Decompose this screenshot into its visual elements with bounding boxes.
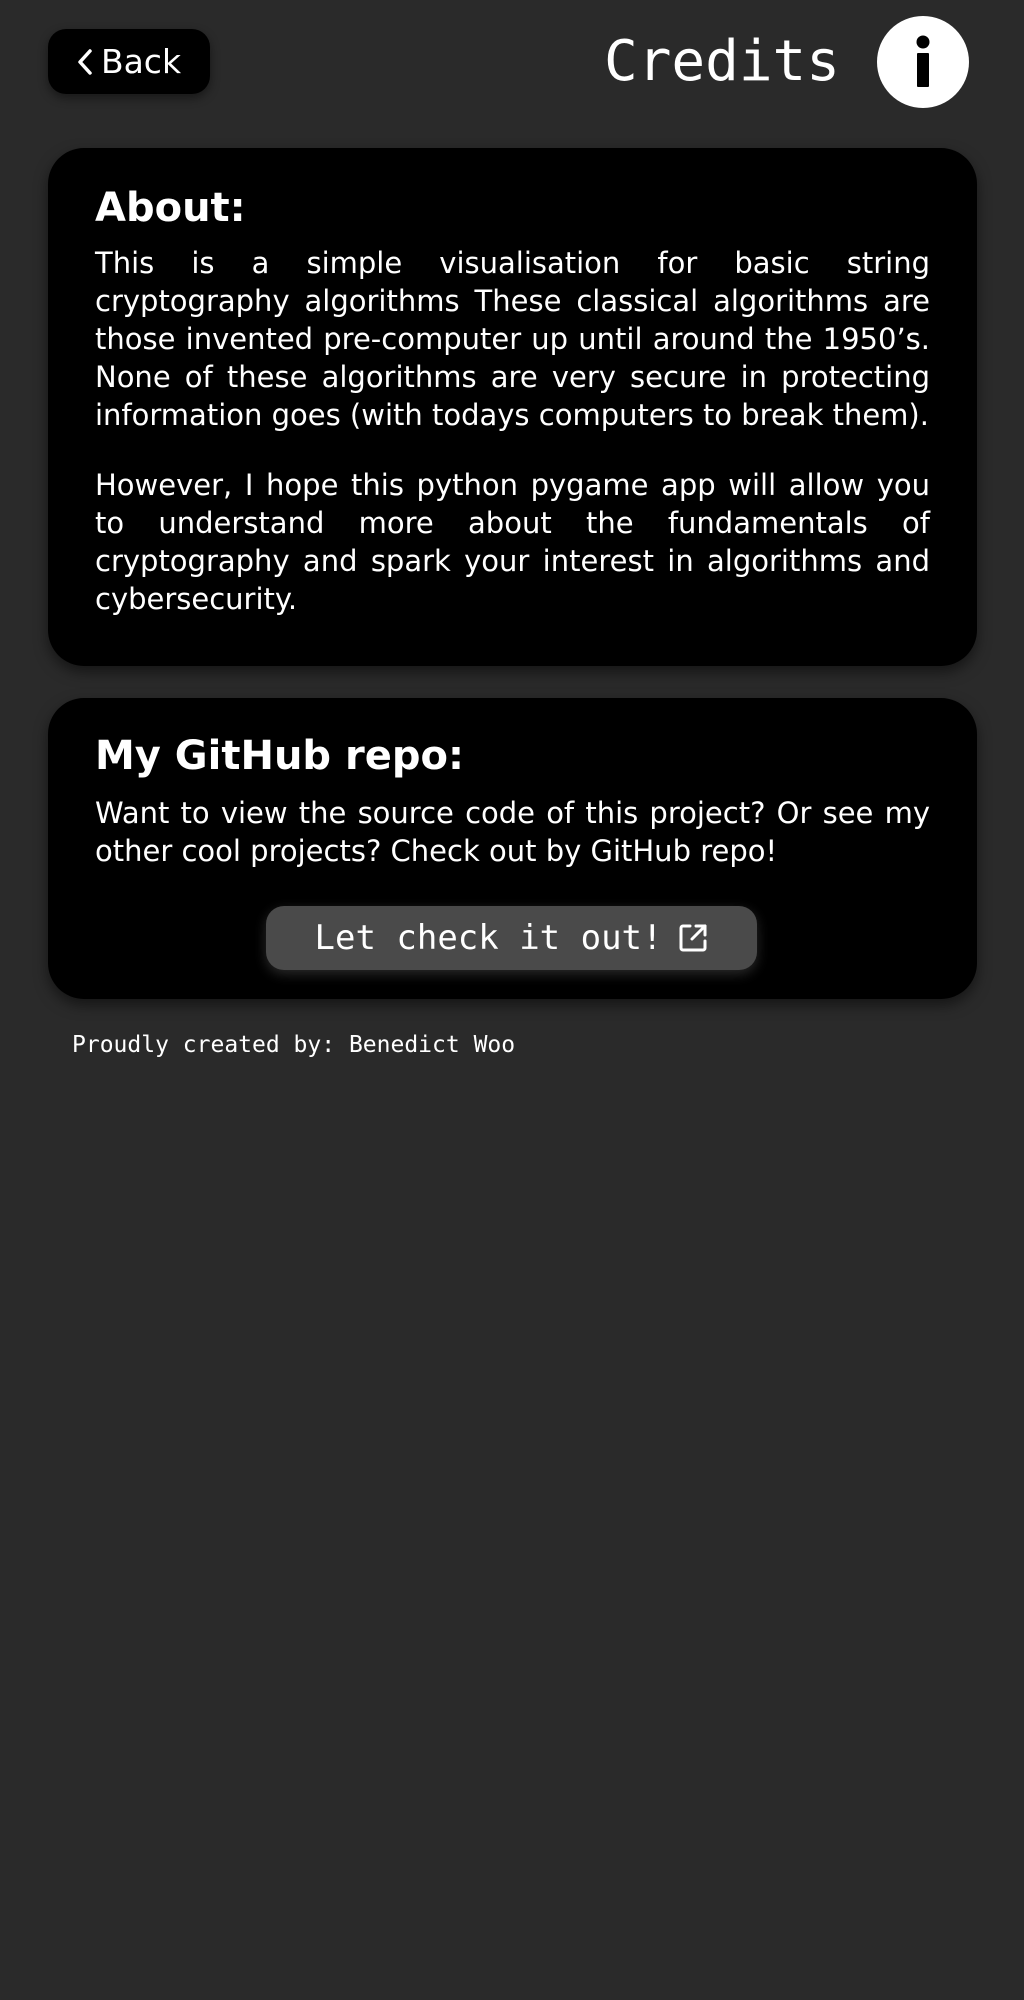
about-heading: About: xyxy=(95,185,246,231)
chevron-left-icon xyxy=(77,48,93,76)
footer-credit: Proudly created by: Benedict Woo xyxy=(72,1032,516,1058)
info-button[interactable] xyxy=(877,16,969,108)
about-paragraph-1: This is a simple visualisation for basic… xyxy=(95,246,930,432)
github-card: My GitHub repo: Want to view the source … xyxy=(48,698,977,999)
external-link-icon xyxy=(677,922,709,954)
info-icon xyxy=(877,16,969,108)
back-label: Back xyxy=(100,42,182,81)
github-button-label: Let check it out! xyxy=(314,918,663,958)
page-title: Credits xyxy=(603,29,840,94)
about-paragraph-2: However, I hope this python pygame app w… xyxy=(95,468,930,616)
back-button[interactable]: Back xyxy=(48,29,210,94)
github-link-button[interactable]: Let check it out! xyxy=(266,906,757,970)
github-heading: My GitHub repo: xyxy=(95,733,464,779)
about-card: About: This is a simple visualisation fo… xyxy=(48,148,977,666)
github-description: Want to view the source code of this pro… xyxy=(95,796,930,868)
